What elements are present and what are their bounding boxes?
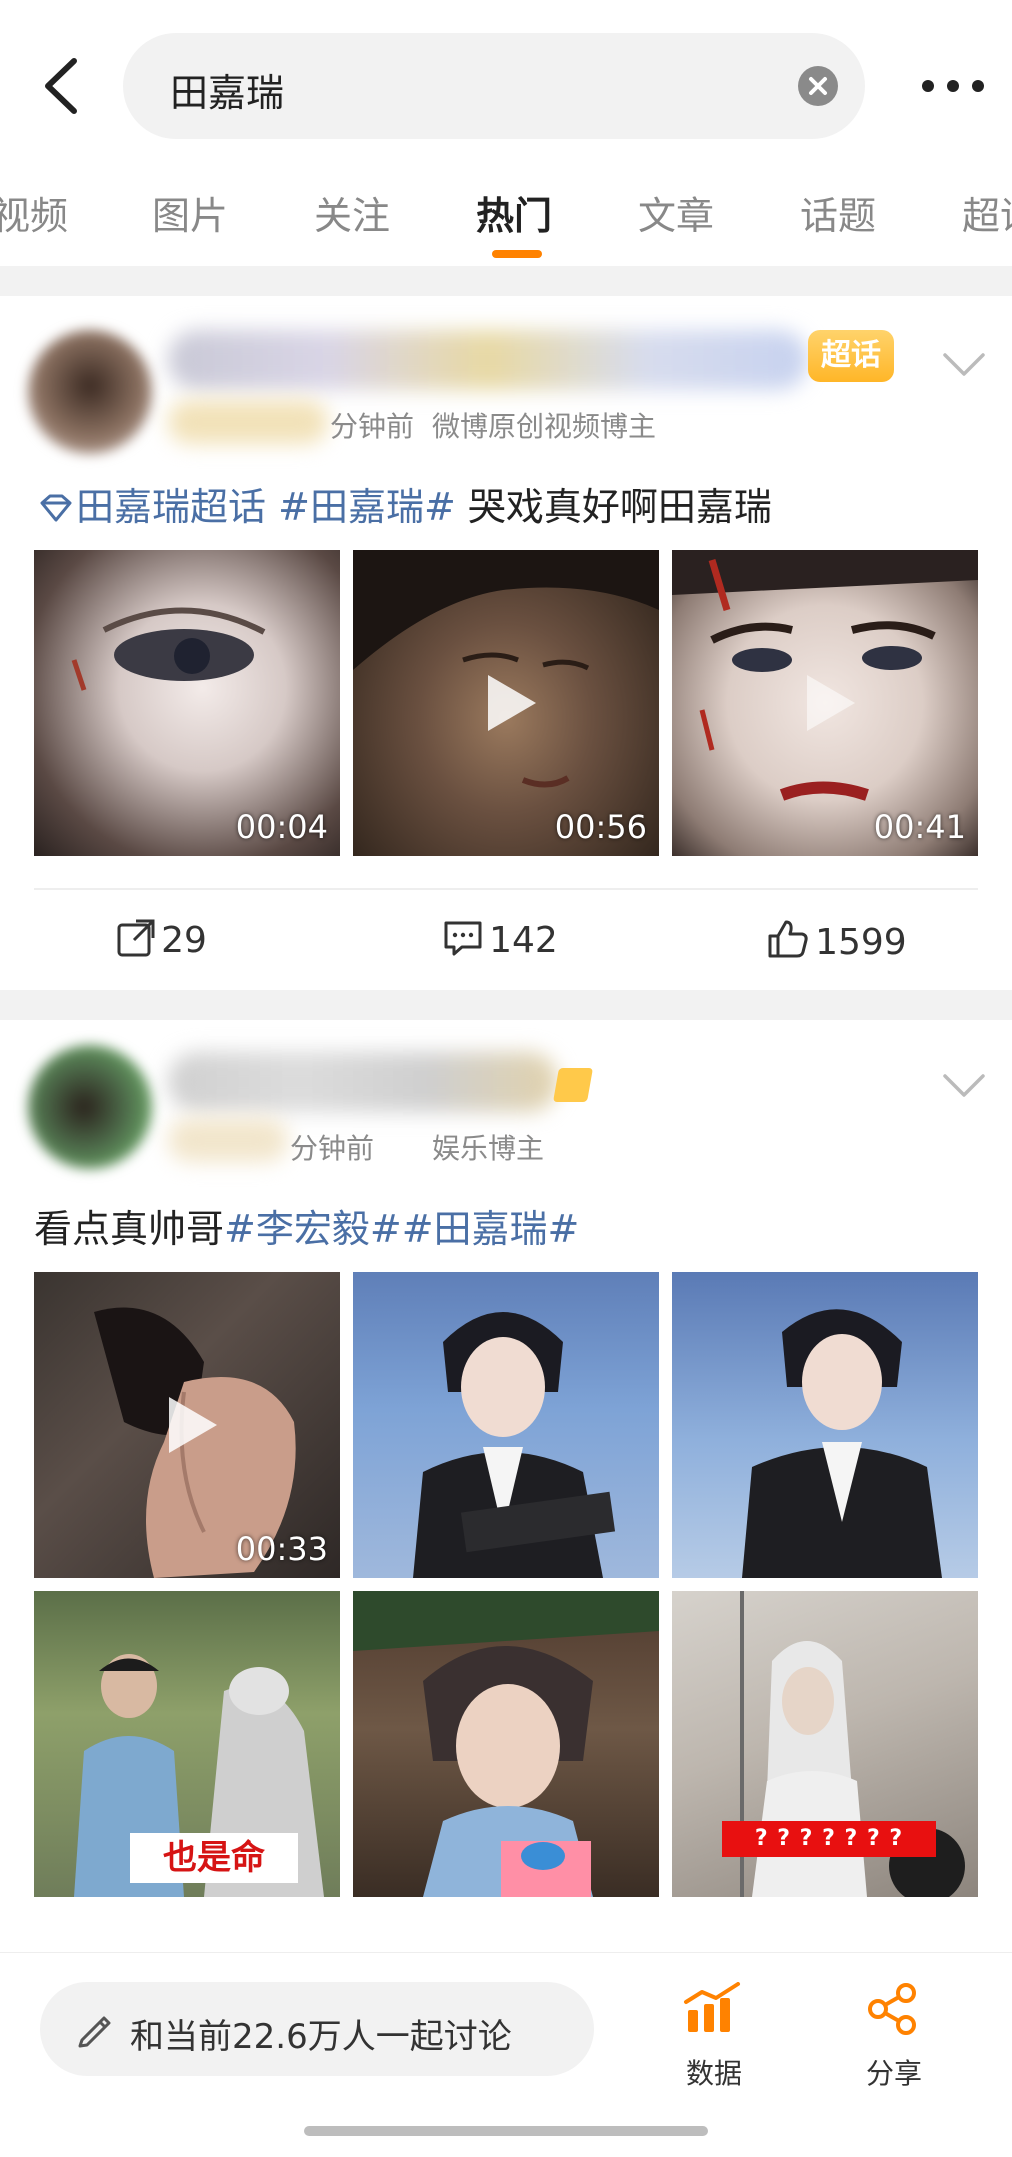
- close-icon: [809, 77, 827, 95]
- photo-thumbnail[interactable]: 也是命: [34, 1591, 340, 1897]
- discussion-prompt: 和当前22.6万人一起讨论: [130, 2017, 512, 2057]
- play-icon: [169, 1397, 217, 1453]
- comment-icon: [442, 921, 484, 956]
- super-topic-link[interactable]: 田嘉瑞超话: [76, 485, 266, 529]
- video-thumbnail[interactable]: 00:33: [34, 1272, 340, 1578]
- play-icon: [488, 675, 536, 731]
- home-indicator: [304, 2126, 708, 2136]
- post-time: 分钟前: [330, 410, 415, 443]
- repost-count: 29: [161, 920, 207, 961]
- chevron-down-icon[interactable]: [942, 1073, 986, 1099]
- photo-thumbnail[interactable]: [353, 1591, 659, 1897]
- verified-badge-blurred: [168, 1118, 288, 1162]
- video-duration: 00:41: [873, 808, 966, 846]
- share-icon[interactable]: [866, 1982, 920, 2036]
- tab-super-topic[interactable]: 超话: [962, 185, 1012, 240]
- tab-hot[interactable]: 热门: [476, 185, 552, 240]
- clear-search-button[interactable]: [798, 66, 838, 106]
- super-topic-icon: [36, 485, 76, 529]
- super-topic-badge[interactable]: 超话: [808, 330, 894, 382]
- video-duration: 00:56: [554, 808, 647, 846]
- comment-button[interactable]: 142: [442, 918, 558, 961]
- video-duration: 00:04: [235, 808, 328, 846]
- chevron-down-icon[interactable]: [942, 352, 986, 378]
- tab-topics[interactable]: 话题: [800, 185, 876, 240]
- photo-thumbnail[interactable]: [672, 1272, 978, 1578]
- video-thumbnail[interactable]: 00:04: [34, 550, 340, 856]
- post-text: 田嘉瑞超话 #田嘉瑞# 哭戏真好啊田嘉瑞: [36, 476, 772, 531]
- pencil-icon: [74, 2008, 116, 2054]
- verified-badge-blurred: [168, 400, 328, 444]
- share-button-label[interactable]: 分享: [866, 2052, 922, 2092]
- search-query: 田嘉瑞: [170, 71, 285, 115]
- active-tab-indicator: [492, 250, 542, 258]
- repost-button[interactable]: 29: [116, 918, 207, 961]
- section-divider: [0, 266, 1012, 296]
- post-body: 看点真帅哥: [34, 1207, 225, 1251]
- tab-articles[interactable]: 文章: [638, 185, 714, 240]
- video-thumbnail[interactable]: 00:41: [672, 550, 978, 856]
- like-count: 1599: [815, 922, 907, 963]
- tab-following[interactable]: 关注: [314, 185, 390, 240]
- username-blurred[interactable]: [168, 1052, 558, 1112]
- post-text: 看点真帅哥#李宏毅##田嘉瑞#: [34, 1198, 579, 1253]
- hashtag-link[interactable]: #田嘉瑞#: [278, 485, 456, 529]
- meme-caption: ? ? ? ? ? ? ?: [722, 1821, 936, 1857]
- comment-count: 142: [489, 920, 558, 961]
- username-blurred[interactable]: [168, 330, 808, 390]
- avatar[interactable]: [28, 330, 152, 454]
- more-options-icon[interactable]: [918, 68, 988, 104]
- video-thumbnail[interactable]: 00:56: [353, 550, 659, 856]
- data-chart-icon[interactable]: [682, 1982, 746, 2036]
- tab-bar: 视频 图片 关注 热门 文章 话题 超话: [0, 155, 1012, 265]
- like-button[interactable]: 1599: [766, 918, 907, 963]
- photo-thumbnail[interactable]: [353, 1272, 659, 1578]
- thumbs-up-icon: [766, 920, 810, 958]
- tab-video[interactable]: 视频: [0, 185, 68, 240]
- post-time: 分钟前: [290, 1132, 375, 1165]
- repost-icon: [116, 919, 156, 957]
- photo-thumbnail[interactable]: ? ? ? ? ? ? ?: [672, 1591, 978, 1897]
- divider: [34, 888, 978, 890]
- tab-images[interactable]: 图片: [152, 185, 228, 240]
- level-badge-icon: [553, 1068, 593, 1102]
- post-source: 微博原创视频博主: [432, 410, 657, 443]
- hashtag-link[interactable]: #李宏毅##田嘉瑞#: [224, 1207, 579, 1251]
- back-arrow-icon[interactable]: [38, 55, 88, 117]
- section-divider: [0, 990, 1012, 1020]
- avatar[interactable]: [28, 1045, 152, 1169]
- post-source: 娱乐博主: [432, 1132, 545, 1165]
- meme-caption: 也是命: [130, 1833, 298, 1883]
- play-icon: [807, 675, 855, 731]
- data-button-label[interactable]: 数据: [686, 2052, 742, 2092]
- video-duration: 00:33: [235, 1530, 328, 1568]
- post-body: 哭戏真好啊田嘉瑞: [455, 485, 772, 529]
